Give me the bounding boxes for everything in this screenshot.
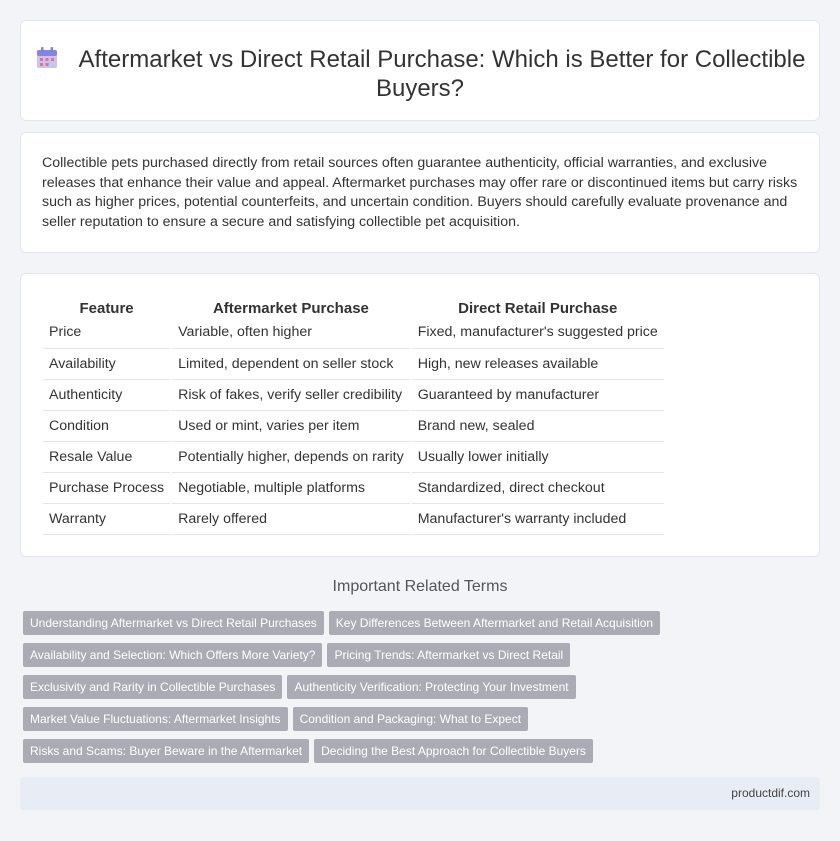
cell-direct-retail: Standardized, direct checkout (409, 472, 664, 504)
cell-direct-retail: Fixed, manufacturer's suggested price (409, 317, 664, 349)
cell-aftermarket: Negotiable, multiple platforms (170, 472, 411, 504)
calendar-icon (35, 46, 59, 70)
title-card: Aftermarket vs Direct Retail Purchase: W… (20, 20, 820, 121)
header-feature: Feature (79, 300, 134, 317)
related-terms-title: Important Related Terms (332, 578, 508, 595)
intro-card: Collectible pets purchased directly from… (20, 132, 820, 253)
related-terms-list: Understanding Aftermarket vs Direct Reta… (23, 611, 703, 771)
tag-row: Availability and Selection: Which Offers… (23, 643, 703, 675)
cell-feature: Warranty (43, 503, 172, 535)
related-term-tag[interactable]: Pricing Trends: Aftermarket vs Direct Re… (327, 643, 571, 667)
related-term-tag[interactable]: Risks and Scams: Buyer Beware in the Aft… (23, 739, 310, 763)
footer: productdif.com (20, 777, 820, 810)
cell-feature: Price (43, 317, 172, 349)
header-direct-retail: Direct Retail Purchase (409, 296, 664, 317)
footer-site[interactable]: productdif.com (731, 786, 810, 800)
related-term-tag[interactable]: Exclusivity and Rarity in Collectible Pu… (23, 675, 283, 699)
cell-aftermarket: Used or mint, varies per item (170, 410, 411, 442)
table-row: Warranty Rarely offered Manufacturer's war… (43, 503, 664, 535)
related-term-tag[interactable]: Deciding the Best Approach for Collectib… (314, 739, 593, 763)
cell-feature: Purchase Process (43, 472, 172, 504)
tag-row: Risks and Scams: Buyer Beware in the Aft… (23, 739, 703, 771)
cell-feature: Availability (43, 348, 172, 380)
table-header-row: Feature Aftermarket Purchase Direct Reta… (43, 296, 664, 317)
cell-direct-retail: High, new releases available (409, 348, 664, 380)
table-row: Purchase Process Negotiable, multiple pla… (43, 472, 664, 504)
cell-direct-retail: Manufacturer's warranty included (409, 503, 664, 535)
cell-feature: Authenticity (43, 379, 172, 411)
table-row: Condition Used or mint, varies per item Br… (43, 410, 664, 442)
header-aftermarket: Aftermarket Purchase (170, 296, 411, 317)
cell-aftermarket: Rarely offered (170, 503, 411, 535)
tag-row: Exclusivity and Rarity in Collectible Pu… (23, 675, 703, 707)
cell-aftermarket: Risk of fakes, verify seller credibility (170, 379, 411, 411)
cell-feature: Condition (43, 410, 172, 442)
table-row: Price Variable, often higher Fixed, manufa… (43, 317, 664, 349)
tag-row: Market Value Fluctuations: Aftermarket I… (23, 707, 703, 739)
related-term-tag[interactable]: Understanding Aftermarket vs Direct Reta… (23, 611, 324, 635)
related-term-tag[interactable]: Authenticity Verification: Protecting Yo… (287, 675, 576, 699)
related-term-tag[interactable]: Key Differences Between Aftermarket and … (328, 611, 661, 635)
cell-aftermarket: Variable, often higher (170, 317, 411, 349)
cell-aftermarket: Limited, dependent on seller stock (170, 348, 411, 380)
related-term-tag[interactable]: Market Value Fluctuations: Aftermarket I… (23, 707, 288, 731)
cell-feature: Resale Value (43, 441, 172, 473)
related-term-tag[interactable]: Availability and Selection: Which Offers… (23, 643, 323, 667)
cell-direct-retail: Usually lower initially (409, 441, 664, 473)
cell-direct-retail: Guaranteed by manufacturer (409, 379, 664, 411)
intro-paragraph: Collectible pets purchased directly from… (42, 155, 798, 230)
table-row: Availability Limited, dependent on seller… (43, 348, 664, 380)
related-term-tag[interactable]: Condition and Packaging: What to Expect (292, 707, 529, 731)
table-row: Resale Value Potentially higher, depends … (43, 441, 664, 473)
page-title-text: Aftermarket vs Direct Retail Purchase: W… (78, 46, 806, 102)
comparison-card: Feature Aftermarket Purchase Direct Reta… (20, 273, 820, 557)
cell-aftermarket: Potentially higher, depends on rarity (170, 441, 411, 473)
cell-direct-retail: Brand new, sealed (409, 410, 664, 442)
table-row: Authenticity Risk of fakes, verify seller… (43, 379, 664, 411)
comparison-table: Feature Aftermarket Purchase Direct Reta… (43, 296, 664, 535)
page-title: Aftermarket vs Direct Retail Purchase: W… (21, 45, 819, 103)
tag-row: Understanding Aftermarket vs Direct Reta… (23, 611, 703, 643)
